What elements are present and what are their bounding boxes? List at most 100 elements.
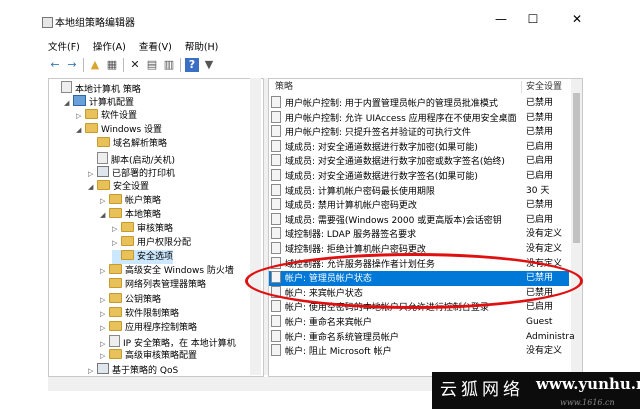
tree-node[interactable]: ▷ 软件设置 xyxy=(76,109,137,123)
collapsed-arrow-icon[interactable]: ▷ xyxy=(88,167,97,181)
chart-icon xyxy=(97,363,109,374)
policy-row[interactable]: 域成员: 禁用计算机帐户密码更改 已禁用 xyxy=(269,198,569,213)
expanded-arrow-icon[interactable]: ◢ xyxy=(76,123,85,137)
policy-setting-icon xyxy=(271,125,281,138)
collapsed-arrow-icon[interactable]: ▷ xyxy=(100,293,109,307)
tree-scrollbar[interactable] xyxy=(250,78,261,375)
watermark-brand: 云狐网络 xyxy=(440,380,524,400)
policy-row[interactable]: 域成员: 对安全通道数据进行数字加密或数字签名(始终) 已启用 xyxy=(269,154,569,169)
tree-node[interactable]: 安全选项 xyxy=(112,250,174,265)
tree-node[interactable]: 脚本(启动/关机) xyxy=(88,151,176,166)
menu-action[interactable]: 操作(A) xyxy=(93,39,126,53)
tree-node[interactable]: 网络列表管理器策略 xyxy=(100,278,206,292)
policy-row[interactable]: 用户帐户控制: 用于内置管理员帐户的管理员批准模式 已禁用 xyxy=(269,96,569,111)
policy-setting-icon xyxy=(271,169,281,181)
menu-view[interactable]: 查看(V) xyxy=(139,39,172,53)
collapsed-arrow-icon[interactable]: ▷ xyxy=(100,349,109,363)
collapsed-arrow-icon[interactable]: ▷ xyxy=(100,194,109,208)
tree-node[interactable]: 本地计算机 策略 xyxy=(52,81,141,95)
policy-name-text: 用户帐户控制: 用于内置管理员帐户的管理员批准模式 xyxy=(285,99,498,109)
tree-node[interactable]: ◢ Windows 设置 xyxy=(76,123,162,137)
policy-row[interactable]: 帐户: 阻止 Microsoft 帐户 没有定义 xyxy=(269,344,569,359)
up-folder-icon[interactable]: ▲ xyxy=(88,58,102,72)
tree-node[interactable]: ▷ 公钥策略 xyxy=(100,292,162,307)
policy-setting-icon xyxy=(271,212,281,225)
highlight-ellipse xyxy=(245,253,583,309)
tree-node[interactable]: ▷ 已部署的打印机 xyxy=(88,165,175,181)
collapsed-arrow-icon[interactable]: ▷ xyxy=(88,364,97,376)
help-icon[interactable]: ? xyxy=(185,58,199,72)
tree-node[interactable]: ▷ 基于策略的 QoS xyxy=(88,363,178,376)
collapsed-arrow-icon[interactable]: ▷ xyxy=(112,236,121,250)
policy-row[interactable]: 帐户: 重命名系统管理员帐户 Administra xyxy=(269,329,575,345)
forward-arrow-icon[interactable]: → xyxy=(65,58,79,72)
tree-node[interactable]: ▷ 审核策略 xyxy=(112,222,173,236)
tree-node[interactable]: 域名解析策略 xyxy=(88,137,167,151)
policy-name: 域成员: 对安全通道数据进行数字加密或数字签名(始终) xyxy=(271,154,516,170)
policy-row[interactable]: 帐户: 重命名来宾帐户 Guest xyxy=(269,315,569,330)
tree-node[interactable]: ▷ 用户权限分配 xyxy=(112,236,191,250)
column-header-setting[interactable]: 安全设置 xyxy=(526,79,562,95)
policy-row[interactable]: 域成员: 需要强(Windows 2000 或更高版本)会话密钥 已启用 xyxy=(269,212,569,228)
collapsed-arrow-icon[interactable]: ▷ xyxy=(100,321,109,335)
tree-node-label: 安全选项 xyxy=(137,252,174,263)
policy-name: 帐户: 阻止 Microsoft 帐户 xyxy=(271,344,516,360)
policy-name-text: 域成员: 需要强(Windows 2000 或更高版本)会话密钥 xyxy=(285,215,502,226)
policy-name-text: 帐户: 阻止 Microsoft 帐户 xyxy=(285,347,392,358)
policy-row[interactable]: 用户帐户控制: 只提升签名并验证的可执行文件 已禁用 xyxy=(269,125,569,140)
policy-name-text: 用户帐户控制: 允许 UIAccess 应用程序在不使用安全桌面... xyxy=(285,113,516,124)
tree-node[interactable]: ▷ 高级审核策略配置 xyxy=(100,348,197,363)
collapsed-arrow-icon[interactable]: ▷ xyxy=(112,222,121,236)
collapsed-arrow-icon[interactable]: ▷ xyxy=(100,264,109,278)
policy-row[interactable]: 域成员: 对安全通道数据进行数字加密(如果可能) 已启用 xyxy=(269,139,569,155)
expanded-arrow-icon[interactable]: ◢ xyxy=(88,180,97,194)
tree-node[interactable]: ▷ 帐户策略 xyxy=(100,193,161,208)
policy-row[interactable]: 域控制器: LDAP 服务器签名要求 没有定义 xyxy=(269,227,569,242)
tree-node[interactable]: ▷ 应用程序控制策略 xyxy=(100,320,197,335)
collapsed-arrow-icon[interactable]: ▷ xyxy=(100,307,109,321)
tree-node[interactable]: ◢ 安全设置 xyxy=(88,179,149,194)
policy-setting-icon xyxy=(271,198,281,211)
menu-help[interactable]: 帮助(H) xyxy=(185,39,219,53)
properties-icon[interactable]: ▤ xyxy=(145,58,159,72)
policy-row[interactable]: 域成员: 对安全通道数据进行数字签名(如果可能) 已启用 xyxy=(269,169,569,184)
folder-icon xyxy=(109,320,122,331)
delete-icon[interactable]: ✕ xyxy=(128,58,142,72)
tree-node[interactable]: ▷ 高级安全 Windows 防火墙 xyxy=(100,264,234,278)
expanded-arrow-icon[interactable]: ◢ xyxy=(100,208,109,222)
tree-node[interactable]: ◢ 本地策略 xyxy=(100,207,161,222)
tree-node-label: 脚本(启动/关机) xyxy=(111,155,176,166)
policy-name-text: 域成员: 禁用计算机帐户密码更改 xyxy=(285,201,417,212)
tree-node-label: 公钥策略 xyxy=(125,294,162,305)
policy-setting-icon xyxy=(271,183,281,196)
column-divider[interactable] xyxy=(521,81,522,93)
folder-icon xyxy=(109,264,122,275)
expanded-arrow-icon[interactable]: ◢ xyxy=(64,96,73,110)
policy-value: 已禁用 xyxy=(526,98,554,108)
policy-name: 域成员: 对安全通道数据进行数字签名(如果可能) xyxy=(271,169,516,185)
close-button[interactable]: ✕ xyxy=(566,10,588,28)
export-list-icon[interactable]: ▥ xyxy=(162,58,176,72)
column-header-policy[interactable]: 策略 xyxy=(275,79,293,95)
show-hide-tree-icon[interactable]: ▦ xyxy=(105,58,119,72)
maximize-button[interactable]: ☐ xyxy=(522,10,544,28)
tree-node[interactable]: ▷ IP 安全策略，在 本地计算机 xyxy=(100,334,236,349)
folder-icon xyxy=(85,123,98,134)
policy-name: 域控制器: LDAP 服务器签名要求 xyxy=(271,227,516,243)
policy-icon xyxy=(61,81,72,93)
folder-icon xyxy=(121,236,134,247)
back-arrow-icon[interactable]: ← xyxy=(48,58,62,72)
menu-file[interactable]: 文件(F) xyxy=(48,39,80,53)
collapsed-arrow-icon[interactable]: ▷ xyxy=(76,109,85,123)
policy-value: 没有定义 xyxy=(526,229,563,240)
filter-icon[interactable]: ▼ xyxy=(202,58,216,72)
policy-name-text: 域成员: 计算机帐户密码最长使用期限 xyxy=(285,186,435,197)
tree-node[interactable]: ▷ 软件限制策略 xyxy=(100,306,179,321)
folder-icon xyxy=(121,222,134,232)
policy-row[interactable]: 域成员: 计算机帐户密码最长使用期限 30 天 xyxy=(269,183,569,199)
console-tree[interactable]: 本地计算机 策略 ◢ 计算机配置 ▷ 软件设置 ◢ Windows 设置 域名解析策略脚本(启… xyxy=(48,78,264,377)
minimize-button[interactable]: — xyxy=(490,10,512,28)
tree-node[interactable]: ◢ 计算机配置 xyxy=(64,95,134,109)
policy-setting-icon xyxy=(271,315,281,327)
policy-row[interactable]: 用户帐户控制: 允许 UIAccess 应用程序在不使用安全桌面... 已禁用 xyxy=(269,110,569,126)
